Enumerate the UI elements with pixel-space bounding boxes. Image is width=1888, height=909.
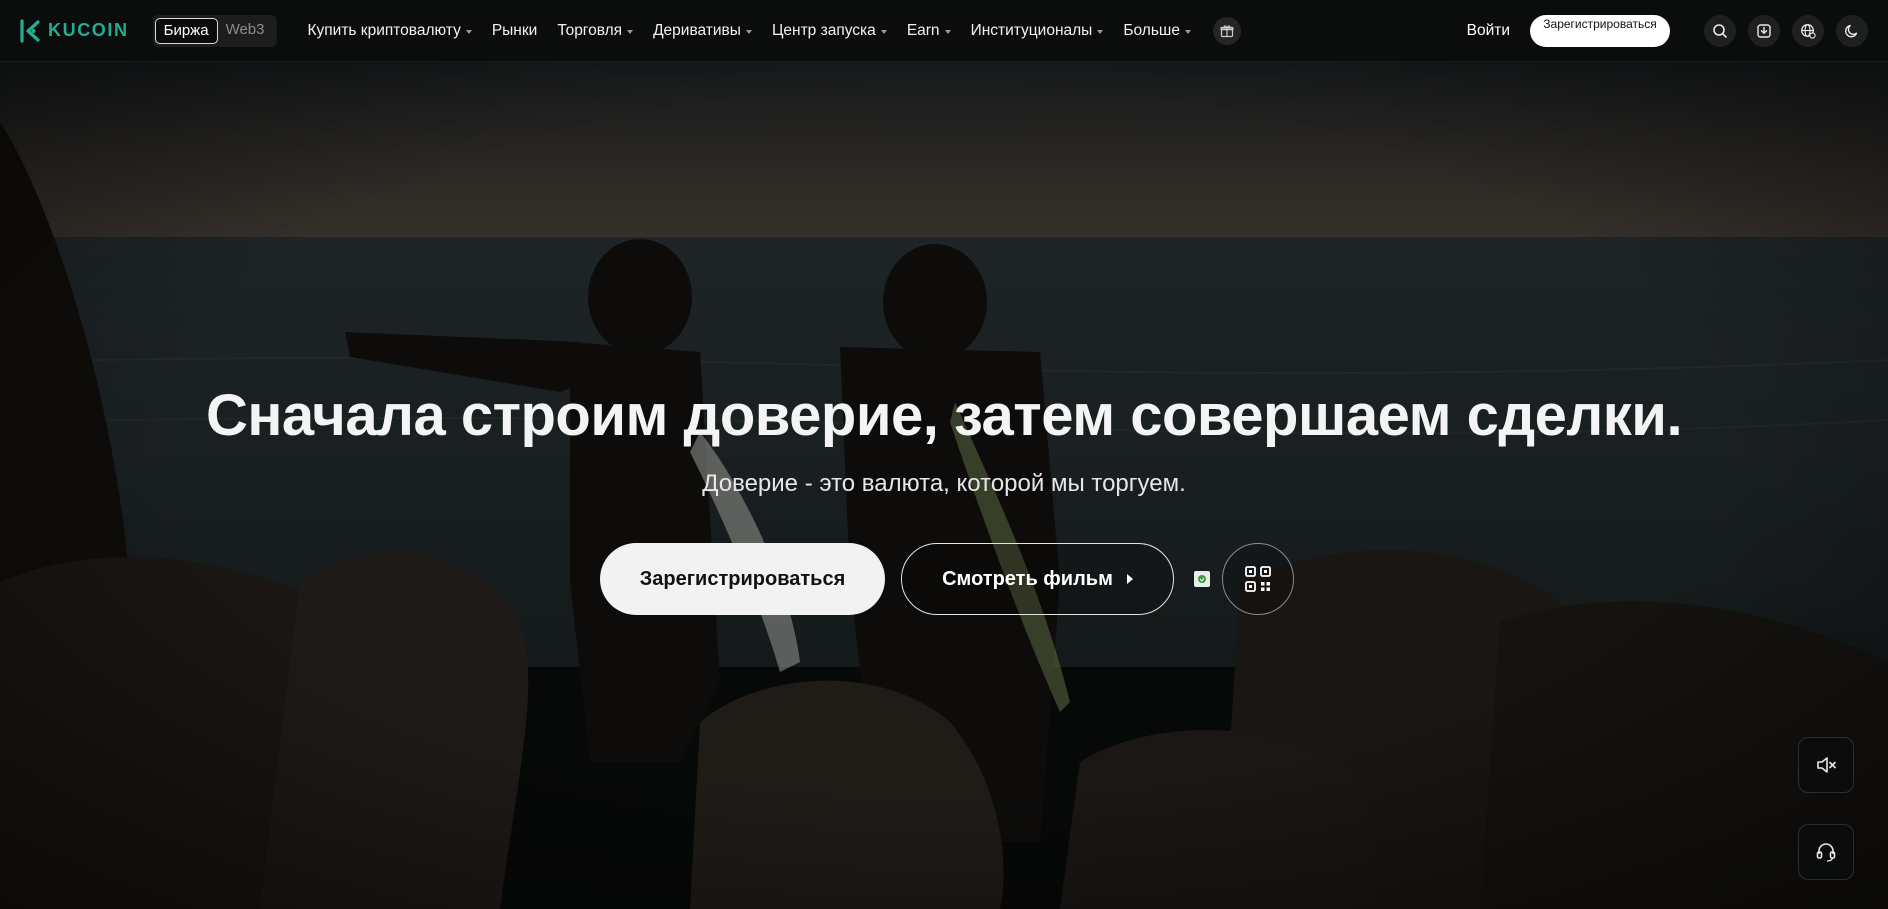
headset-icon [1816, 843, 1836, 862]
tab-web3[interactable]: Web3 [218, 18, 276, 44]
qr-code-button[interactable] [1222, 543, 1294, 615]
nav-label: Больше [1123, 21, 1180, 39]
support-button[interactable] [1798, 824, 1854, 880]
search-button[interactable] [1704, 14, 1736, 47]
watch-film-button[interactable]: Смотреть фильм [901, 543, 1174, 615]
play-icon [1126, 574, 1133, 584]
chevron-down-icon [1097, 29, 1104, 34]
moon-icon [1845, 24, 1858, 37]
nav-label: Институционалы [970, 21, 1093, 39]
gift-icon [1220, 24, 1234, 37]
kucoin-logo[interactable]: KUCOIN [20, 18, 129, 43]
download-icon [1757, 23, 1771, 38]
tab-exchange[interactable]: Биржа [154, 17, 218, 44]
exchange-web3-switch: Биржа Web3 [152, 14, 278, 47]
header-actions: Войти Зарегистрироваться [1467, 14, 1868, 47]
login-link[interactable]: Войти [1467, 22, 1510, 40]
chevron-down-icon [944, 29, 951, 34]
qr-code-icon [1245, 566, 1271, 592]
nav-derivatives[interactable]: Деривативы [643, 11, 762, 51]
chevron-down-icon [880, 29, 887, 34]
nav-launch-center[interactable]: Центр запуска [762, 11, 897, 51]
main-nav: Купить криптовалюту Рынки Торговля Дерив… [297, 11, 1241, 51]
brand-name: KUCOIN [48, 20, 129, 40]
nav-buy-crypto[interactable]: Купить криптовалюту [297, 11, 481, 51]
nav-more[interactable]: Больше [1113, 11, 1201, 51]
chevron-down-icon [465, 29, 472, 34]
globe-icon [1801, 23, 1816, 39]
signup-header-button[interactable]: Зарегистрироваться [1530, 14, 1670, 47]
hero-subline: Доверие - это валюта, которой мы торгуем… [702, 470, 1186, 497]
nav-label: Деривативы [653, 21, 741, 39]
nav-label: Earn [906, 21, 940, 39]
chevron-down-icon [627, 29, 634, 34]
gift-button[interactable] [1212, 16, 1241, 45]
hero-headline: Сначала строим доверие, затем совершаем … [205, 383, 1683, 448]
nav-label: Торговля [557, 21, 623, 39]
nav-trade[interactable]: Торговля [547, 11, 643, 51]
signup-button[interactable]: Зарегистрироваться [600, 543, 885, 615]
search-icon [1713, 23, 1727, 38]
theme-toggle-button[interactable] [1836, 14, 1868, 47]
nav-earn[interactable]: Earn [897, 11, 961, 51]
language-button[interactable] [1792, 14, 1824, 47]
mute-icon [1817, 757, 1836, 773]
nav-institutional[interactable]: Институционалы [961, 11, 1114, 51]
hero-section: Сначала строим доверие, затем совершаем … [0, 62, 1888, 909]
nav-markets[interactable]: Рынки [482, 11, 547, 51]
nav-label: Рынки [491, 21, 538, 39]
nav-label: Купить криптовалюту [307, 21, 461, 39]
app-badge-icon [1194, 571, 1210, 587]
mute-button[interactable] [1798, 737, 1854, 793]
top-header: KUCOIN Биржа Web3 Купить криптовалюту Ры… [0, 0, 1888, 62]
chevron-down-icon [745, 29, 752, 34]
watch-film-label: Смотреть фильм [942, 567, 1113, 590]
hero-cta-row: Зарегистрироваться Смотреть фильм [600, 543, 1294, 615]
kucoin-logo-mark-icon [20, 18, 40, 43]
chevron-down-icon [1184, 29, 1191, 34]
download-button[interactable] [1748, 14, 1780, 47]
nav-label: Центр запуска [771, 21, 876, 39]
